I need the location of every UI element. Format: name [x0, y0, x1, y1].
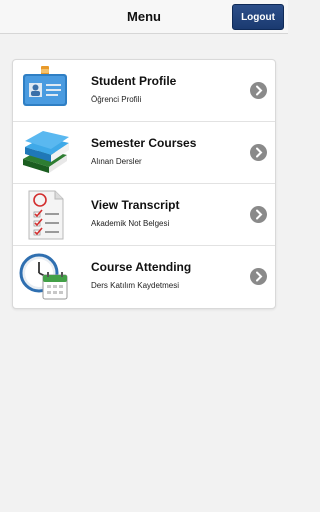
transcript-icon [28, 190, 64, 240]
menu-item-label: Semester Courses [91, 136, 197, 150]
menu-item-semester-courses[interactable]: Semester Courses Alınan Dersler [13, 122, 275, 184]
books-icon [23, 131, 69, 173]
chevron-right-icon [250, 144, 267, 161]
top-bar: Menu Logout [0, 0, 288, 34]
menu-item-label: Course Attending [91, 260, 192, 274]
menu-item-label: Student Profile [91, 74, 177, 88]
menu-item-course-attending[interactable]: Course Attending Ders Katılım Kaydetmesi [13, 246, 275, 308]
menu-item-subtitle: Alınan Dersler [91, 157, 142, 166]
chevron-right-icon [250, 82, 267, 99]
menu-item-subtitle: Akademik Not Belgesi [91, 219, 170, 228]
chevron-right-icon [250, 206, 267, 223]
menu-item-subtitle: Öğrenci Profili [91, 95, 142, 104]
menu-item-view-transcript[interactable]: View Transcript Akademik Not Belgesi [13, 184, 275, 246]
menu-item-label: View Transcript [91, 198, 180, 212]
clock-calendar-icon [19, 253, 68, 300]
chevron-right-icon [250, 268, 267, 285]
id-badge-icon [23, 66, 67, 106]
menu-item-subtitle: Ders Katılım Kaydetmesi [91, 281, 180, 290]
logout-button[interactable]: Logout [232, 4, 284, 30]
main-menu: Student Profile Öğrenci Profili Semester… [12, 59, 276, 309]
menu-item-student-profile[interactable]: Student Profile Öğrenci Profili [13, 60, 275, 122]
